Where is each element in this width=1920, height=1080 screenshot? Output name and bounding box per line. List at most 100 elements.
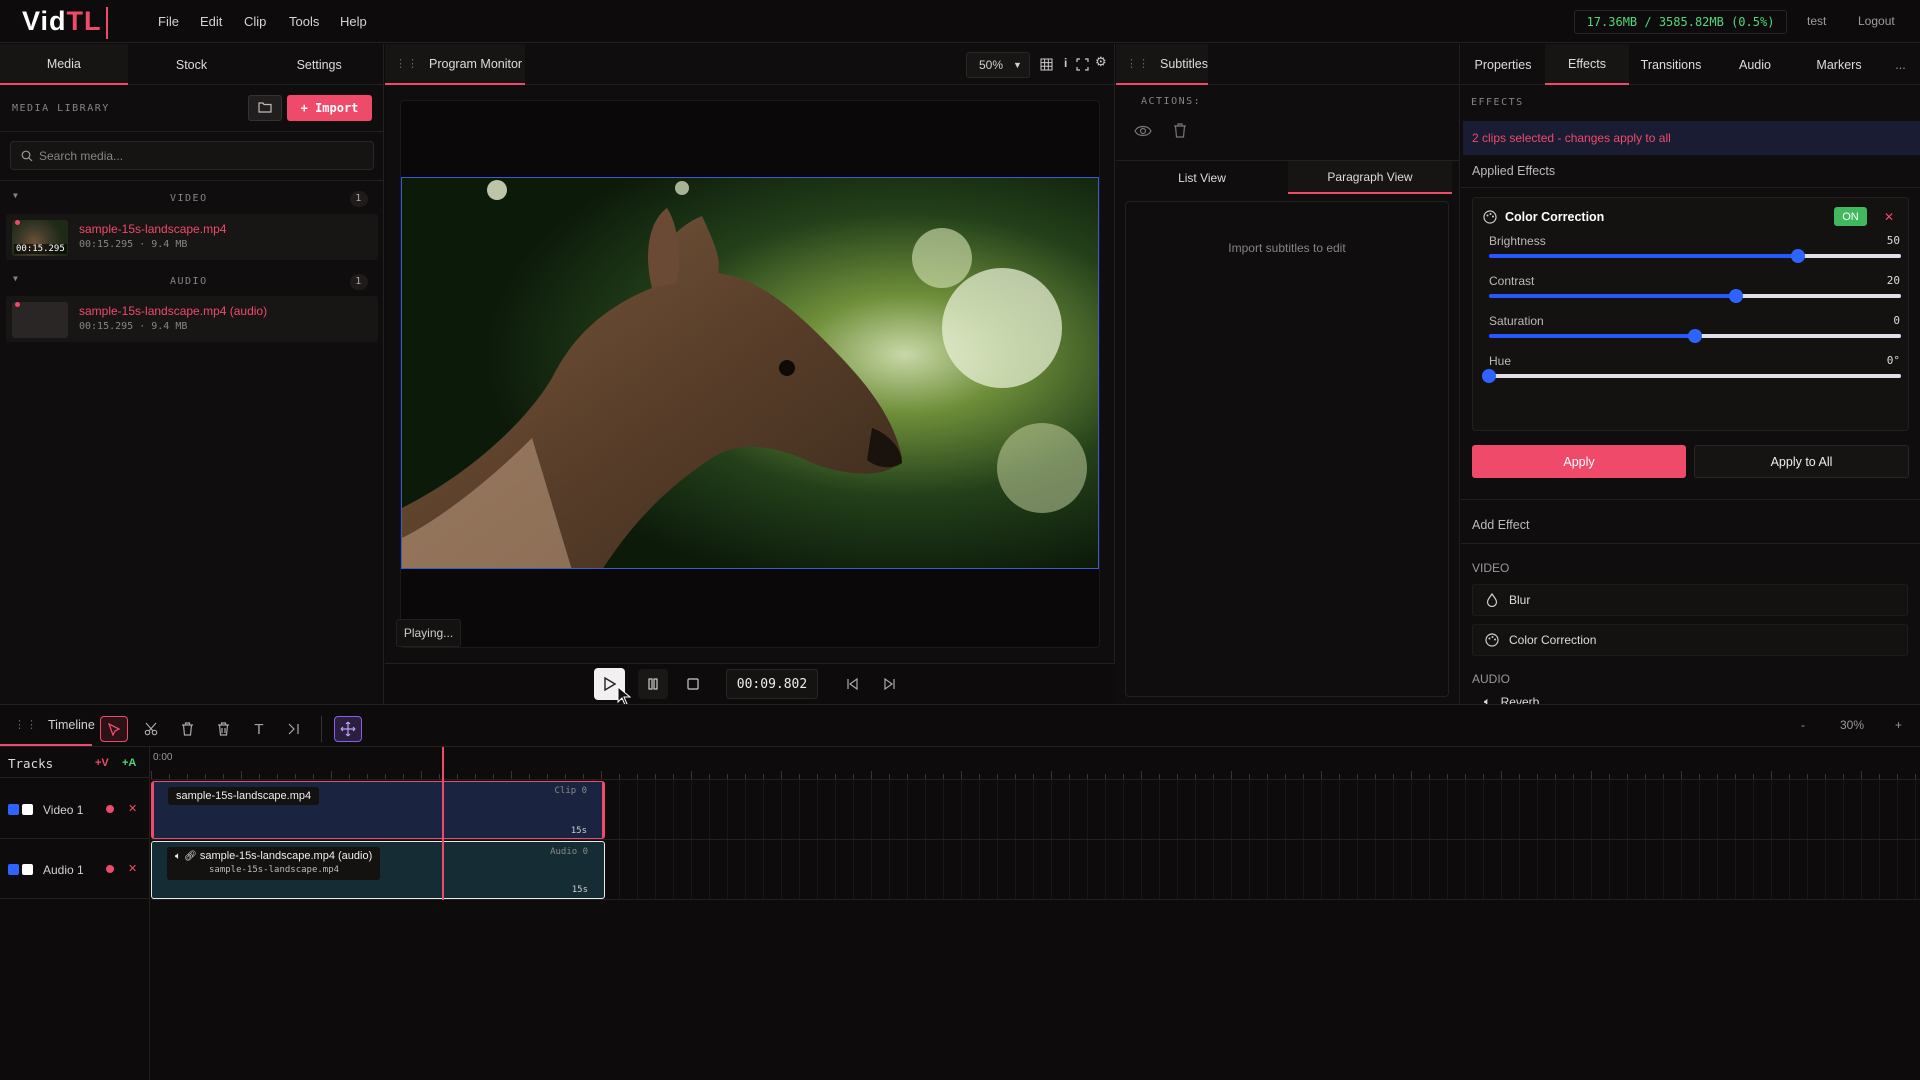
audio-section-header[interactable]: ▼ AUDIO 1	[0, 272, 384, 294]
menu-edit[interactable]: Edit	[200, 14, 222, 29]
audio-clip[interactable]: 🔈︎ 🔗︎ sample-15s-landscape.mp4 (audio) s…	[151, 841, 605, 899]
tab-properties[interactable]: Properties	[1461, 44, 1545, 85]
grid-line	[1681, 780, 1682, 900]
remove-track-icon[interactable]: ✕	[128, 802, 137, 815]
menu-help[interactable]: Help	[340, 14, 367, 29]
select-tool-button[interactable]	[100, 716, 128, 742]
track-visible-checkbox[interactable]	[8, 864, 19, 875]
tab-paragraph-view[interactable]: Paragraph View	[1288, 161, 1452, 194]
fullscreen-icon[interactable]	[1076, 58, 1089, 71]
menu-file[interactable]: File	[158, 14, 179, 29]
tab-subtitles[interactable]: ⋮⋮ Subtitles	[1116, 44, 1208, 85]
import-button[interactable]: + Import	[287, 95, 372, 121]
effect-item-blur[interactable]: Blur	[1472, 584, 1908, 616]
new-folder-button[interactable]	[248, 95, 282, 121]
cut-tool-button[interactable]	[137, 716, 165, 742]
zoom-out-button[interactable]: -	[1801, 718, 1805, 732]
menu-clip[interactable]: Clip	[244, 14, 266, 29]
grid-line	[889, 780, 890, 900]
apply-to-all-button[interactable]: Apply to All	[1694, 445, 1909, 478]
tab-stock[interactable]: Stock	[128, 44, 256, 85]
move-tool-button[interactable]	[334, 716, 362, 742]
tab-effects[interactable]: Effects	[1545, 44, 1629, 85]
clear-tool-button[interactable]	[209, 716, 237, 742]
slider-thumb[interactable]	[1791, 249, 1805, 263]
grid-line	[1771, 780, 1772, 900]
gear-icon[interactable]: ⚙	[1095, 54, 1107, 70]
skip-forward-button[interactable]	[877, 669, 903, 699]
track-name: Audio 1	[43, 862, 84, 877]
stop-button[interactable]	[679, 669, 707, 699]
ruler-tick	[421, 771, 422, 779]
record-icon[interactable]	[106, 865, 114, 873]
tab-timeline[interactable]: ⋮⋮ Timeline	[0, 705, 95, 746]
grid-line	[1195, 780, 1196, 900]
delete-tool-button[interactable]	[173, 716, 201, 742]
grid-line	[1105, 780, 1106, 900]
ruler-tick	[709, 774, 710, 779]
play-icon	[603, 677, 616, 691]
slider-track[interactable]	[1489, 249, 1901, 263]
timeline-ruler[interactable]: 0:00	[151, 747, 1920, 780]
tab-program-monitor[interactable]: ⋮⋮ Program Monitor	[385, 44, 525, 85]
add-video-track-button[interactable]: +V	[95, 757, 109, 769]
top-bar: VidTL File Edit Clip Tools Help 17.36MB …	[0, 0, 1920, 43]
more-tabs-button[interactable]: ...	[1881, 44, 1920, 85]
logout-link[interactable]: Logout	[1858, 14, 1895, 28]
media-item-audio[interactable]: sample-15s-landscape.mp4 (audio) 00:15.2…	[6, 296, 378, 342]
apply-button[interactable]: Apply	[1472, 445, 1686, 478]
video-frame[interactable]	[401, 177, 1099, 569]
playhead[interactable]	[442, 747, 444, 900]
slider-track[interactable]	[1489, 289, 1901, 303]
slider-thumb[interactable]	[1729, 289, 1744, 303]
track-lock-checkbox[interactable]	[22, 864, 33, 875]
grid-line	[1537, 780, 1538, 900]
trash-icon[interactable]	[1173, 123, 1187, 138]
slider-label: Hue	[1489, 354, 1512, 368]
grid-icon[interactable]	[1040, 58, 1053, 71]
tab-list-view[interactable]: List View	[1116, 161, 1288, 194]
slider-thumb[interactable]	[1688, 329, 1702, 343]
remove-track-icon[interactable]: ✕	[128, 862, 137, 875]
add-effect-title: Add Effect	[1472, 518, 1530, 532]
add-audio-track-button[interactable]: +A	[122, 757, 136, 769]
media-item-video[interactable]: 00:15.295 sample-15s-landscape.mp4 00:15…	[6, 214, 378, 260]
effect-item-color-correction[interactable]: Color Correction	[1472, 624, 1908, 656]
zoom-select[interactable]: 50% ▼	[966, 52, 1030, 78]
tab-markers[interactable]: Markers	[1797, 44, 1881, 85]
folder-icon	[258, 101, 272, 113]
zoom-in-button[interactable]: +	[1895, 718, 1902, 732]
eye-icon[interactable]	[1134, 124, 1152, 138]
effect-toggle[interactable]: ON	[1834, 207, 1867, 226]
split-tool-button[interactable]	[280, 716, 308, 742]
slider-thumb[interactable]	[1482, 369, 1496, 383]
text-tool-button[interactable]: T	[245, 716, 273, 742]
record-icon[interactable]	[106, 805, 114, 813]
video-section-header[interactable]: ▼ VIDEO 1	[0, 189, 384, 211]
tab-transitions[interactable]: Transitions	[1629, 44, 1713, 85]
track-lock-checkbox[interactable]	[22, 804, 33, 815]
ruler-tick	[1627, 774, 1628, 779]
track-visible-checkbox[interactable]	[8, 804, 19, 815]
search-input[interactable]: Search media...	[10, 141, 374, 170]
ruler-tick	[979, 774, 980, 779]
tab-media[interactable]: Media	[0, 44, 128, 85]
ruler-tick	[817, 774, 818, 779]
ruler-tick	[151, 771, 152, 779]
grid-line	[1213, 780, 1214, 900]
subtitle-editor[interactable]: Import subtitles to edit	[1125, 201, 1449, 697]
pause-button[interactable]	[638, 669, 668, 699]
tab-settings[interactable]: Settings	[255, 44, 383, 85]
video-clip[interactable]: sample-15s-landscape.mp4 Clip 0 15s	[151, 781, 605, 839]
memory-usage: 17.36MB / 3585.82MB (0.5%)	[1574, 10, 1787, 34]
slider-track[interactable]	[1489, 329, 1901, 343]
info-icon[interactable]: i	[1064, 56, 1067, 70]
ruler-tick	[187, 774, 188, 779]
effect-item-reverb[interactable]: 🔈︎ Reverb	[1472, 690, 1908, 704]
remove-effect-icon[interactable]: ✕	[1884, 210, 1894, 224]
tab-audio[interactable]: Audio	[1713, 44, 1797, 85]
skip-back-button[interactable]	[839, 669, 865, 699]
grid-line	[1357, 780, 1358, 900]
slider-track[interactable]	[1482, 369, 1901, 383]
menu-tools[interactable]: Tools	[289, 14, 319, 29]
